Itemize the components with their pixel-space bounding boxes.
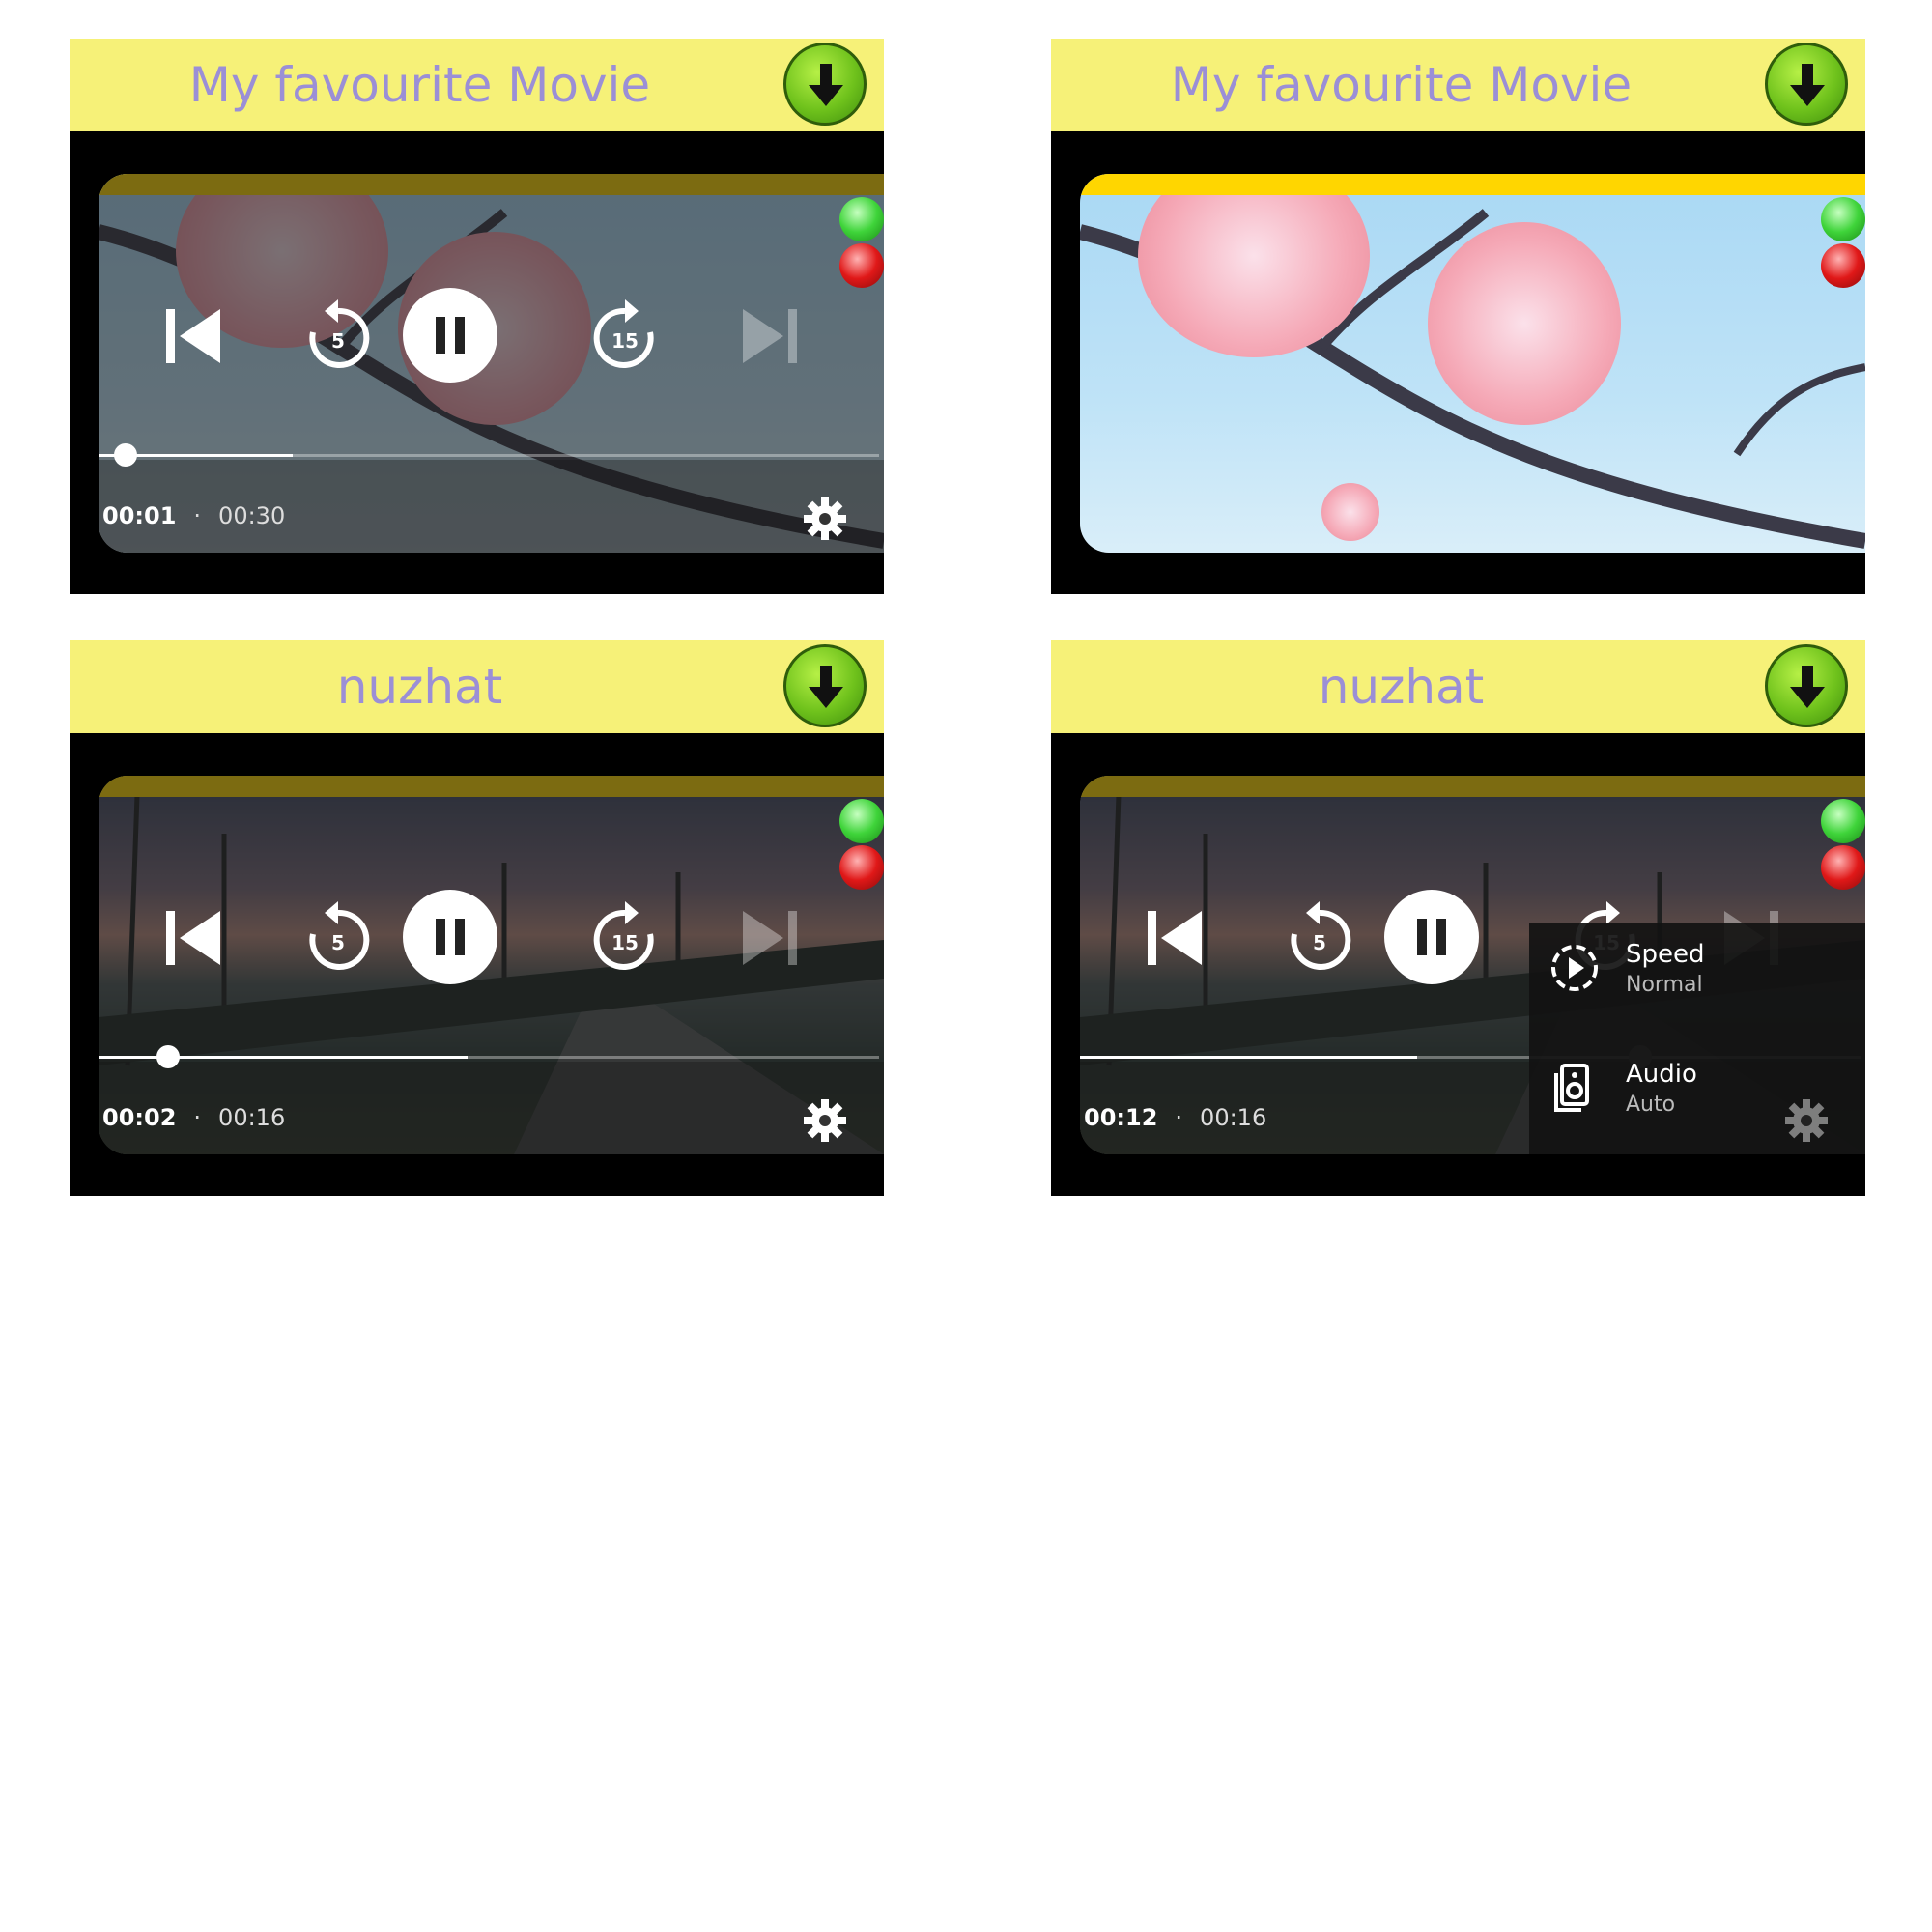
- pause-icon: [1384, 890, 1479, 984]
- seek-bar[interactable]: [99, 1045, 879, 1068]
- header: My favourite Movie: [70, 39, 884, 131]
- speed-icon: [1551, 945, 1598, 991]
- pause-icon: [403, 288, 497, 383]
- pause-button[interactable]: [403, 288, 497, 383]
- previous-button[interactable]: [1138, 899, 1215, 977]
- forward-icon: 15: [593, 299, 654, 368]
- green-ball-button[interactable]: [1821, 799, 1865, 843]
- pause-button[interactable]: [403, 890, 497, 984]
- duration: 00:16: [1200, 1104, 1267, 1131]
- download-button[interactable]: [1765, 644, 1848, 727]
- svg-text:15: 15: [611, 329, 639, 353]
- pause-icon: [403, 890, 497, 984]
- time-separator: ·: [1175, 1104, 1183, 1131]
- svg-text:5: 5: [331, 931, 345, 954]
- forward-button[interactable]: 15: [586, 899, 664, 977]
- time-display: 00:02 · 00:16: [102, 1104, 285, 1131]
- download-button[interactable]: [1765, 43, 1848, 126]
- video-player-panel-1: My favourite Movie 5 15 00:01 · 00:30: [70, 39, 884, 594]
- settings-button[interactable]: [803, 1098, 847, 1143]
- flower-artwork: [1321, 483, 1379, 541]
- settings-icon: [1785, 1099, 1828, 1142]
- svg-text:15: 15: [611, 931, 639, 954]
- rewind-icon: 5: [1291, 901, 1351, 970]
- video-screen[interactable]: [1080, 174, 1865, 553]
- forward-icon: 15: [593, 901, 654, 970]
- header: nuzhat: [70, 640, 884, 733]
- download-icon: [809, 666, 843, 708]
- green-ball-button[interactable]: [839, 197, 884, 242]
- previous-button[interactable]: [156, 899, 234, 977]
- rewind-button[interactable]: 5: [299, 298, 377, 375]
- time-display: 00:01 · 00:30: [102, 502, 285, 529]
- download-icon: [809, 64, 843, 106]
- video-screen[interactable]: 5 15 00:12·00:16: [1080, 776, 1865, 1154]
- next-icon: [743, 911, 797, 965]
- audio-icon: [1554, 1064, 1589, 1112]
- previous-icon: [166, 309, 220, 363]
- next-button[interactable]: [729, 298, 807, 375]
- video-title: My favourite Movie: [188, 57, 651, 113]
- menu-item-label: Speed: [1626, 940, 1705, 969]
- video-title: My favourite Movie: [1170, 57, 1633, 113]
- current-time: 00:12: [1084, 1104, 1158, 1131]
- header: nuzhat: [1051, 640, 1865, 733]
- download-icon: [1790, 666, 1825, 708]
- video-screen[interactable]: 5 15 00:01 · 00:30: [99, 174, 884, 553]
- svg-text:5: 5: [331, 329, 345, 353]
- rewind-icon: 5: [309, 901, 370, 970]
- svg-text:5: 5: [1313, 931, 1326, 954]
- previous-icon: [166, 911, 220, 965]
- green-ball-button[interactable]: [839, 799, 884, 843]
- video-player-panel-4: nuzhat 5 15: [1051, 640, 1865, 1196]
- duration: 00:16: [218, 1104, 286, 1131]
- pause-button[interactable]: [1384, 890, 1479, 984]
- menu-item-speed[interactable]: Speed Normal: [1548, 930, 1858, 1008]
- played-progress: [99, 1056, 158, 1059]
- settings-button[interactable]: [803, 497, 847, 541]
- red-ball-button[interactable]: [839, 845, 884, 890]
- next-button[interactable]: [729, 899, 807, 977]
- video-screen[interactable]: 5 15 00:02 · 00:16: [99, 776, 884, 1154]
- rewind-icon: 5: [309, 299, 370, 368]
- forward-button[interactable]: 15: [586, 298, 664, 375]
- red-ball-button[interactable]: [1821, 845, 1865, 890]
- device-status-bar: [1080, 174, 1865, 195]
- settings-icon: [804, 497, 846, 540]
- seek-bar[interactable]: [99, 443, 879, 467]
- video-title: nuzhat: [1318, 659, 1485, 715]
- settings-button[interactable]: [1784, 1098, 1829, 1143]
- video-player-panel-3: nuzhat 5 15 00:02 · 00:16: [70, 640, 884, 1196]
- time-separator: ·: [193, 502, 202, 529]
- played-progress: [1080, 1056, 1417, 1059]
- green-ball-button[interactable]: [1821, 197, 1865, 242]
- download-icon: [1790, 64, 1825, 106]
- seek-thumb[interactable]: [114, 443, 137, 467]
- header: My favourite Movie: [1051, 39, 1865, 131]
- settings-icon: [804, 1099, 846, 1142]
- rewind-button[interactable]: 5: [299, 899, 377, 977]
- rewind-button[interactable]: 5: [1281, 899, 1358, 977]
- video-title: nuzhat: [336, 659, 503, 715]
- menu-item-label: Audio: [1626, 1060, 1697, 1089]
- duration: 00:30: [218, 502, 286, 529]
- video-player-panel-2: My favourite Movie: [1051, 39, 1865, 594]
- time-display: 00:12 · 00:16: [1084, 1104, 1266, 1131]
- current-time: 00:02: [102, 1104, 177, 1131]
- download-button[interactable]: [783, 644, 867, 727]
- time-separator: ·: [193, 1104, 202, 1131]
- next-icon: [743, 309, 797, 363]
- menu-item-value: Auto: [1626, 1093, 1676, 1117]
- current-time: 00:01: [102, 502, 177, 529]
- flower-artwork: [1428, 222, 1621, 425]
- previous-icon: [1148, 911, 1202, 965]
- previous-button[interactable]: [156, 298, 234, 375]
- download-button[interactable]: [783, 43, 867, 126]
- red-ball-button[interactable]: [1821, 243, 1865, 288]
- menu-item-value: Normal: [1626, 973, 1703, 997]
- seek-thumb[interactable]: [156, 1045, 180, 1068]
- red-ball-button[interactable]: [839, 243, 884, 288]
